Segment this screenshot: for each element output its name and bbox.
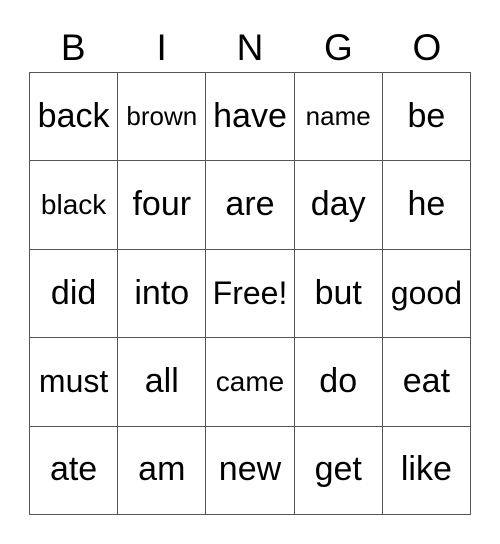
bingo-cell-label: like — [400, 450, 452, 489]
bingo-header-row: B I N G O — [29, 22, 471, 72]
bingo-cell[interactable]: into — [118, 249, 207, 339]
bingo-cell-label: into — [134, 273, 190, 312]
bingo-cell[interactable]: name — [294, 73, 383, 162]
bingo-cell[interactable]: he — [382, 161, 471, 250]
header-letter-o: O — [412, 26, 442, 68]
bingo-cell-label: have — [213, 96, 287, 135]
bingo-cell-label: get — [314, 450, 362, 489]
bingo-cell-label: back — [37, 96, 110, 135]
bingo-cell[interactable]: black — [30, 161, 119, 250]
bingo-cell-label: good — [390, 274, 462, 311]
header-letter-n: N — [236, 26, 264, 68]
bingo-cell[interactable]: eat — [382, 338, 471, 427]
bingo-cell-label: new — [218, 450, 282, 489]
bingo-cell[interactable]: be — [382, 73, 471, 162]
bingo-cell[interactable]: good — [382, 249, 471, 339]
bingo-cell[interactable]: back — [30, 73, 119, 162]
bingo-cell-label: did — [50, 273, 97, 312]
bingo-cell-label: am — [138, 450, 186, 489]
bingo-cell-label: name — [305, 101, 371, 132]
bingo-cell[interactable]: do — [294, 338, 383, 427]
bingo-cell[interactable]: came — [206, 338, 295, 427]
bingo-cell-label: Free! — [212, 274, 288, 311]
bingo-cell-label: day — [310, 185, 366, 224]
bingo-cell-label: black — [40, 189, 107, 221]
bingo-cell-label: be — [407, 96, 446, 135]
bingo-cell[interactable]: like — [382, 426, 471, 515]
bingo-cell[interactable]: brown — [118, 73, 207, 162]
bingo-cell[interactable]: four — [118, 161, 207, 250]
bingo-cell-label: are — [225, 185, 275, 224]
header-letter-g: G — [324, 26, 353, 68]
header-letter-i: I — [156, 26, 167, 68]
bingo-cell[interactable]: new — [206, 426, 295, 515]
bingo-cell[interactable]: must — [30, 338, 119, 427]
bingo-cell-label: ate — [49, 450, 98, 489]
bingo-cell-label: brown — [126, 101, 198, 132]
bingo-cell[interactable]: day — [294, 161, 383, 250]
bingo-cell-label: must — [38, 363, 109, 400]
bingo-card: B I N G O back brown have name be black four ar… — [0, 0, 500, 544]
bingo-cell-label: but — [314, 273, 362, 312]
bingo-cell[interactable]: but — [294, 249, 383, 339]
bingo-cell[interactable]: all — [118, 338, 207, 427]
bingo-free-space-cell[interactable]: Free! — [206, 249, 295, 339]
header-letter-b: B — [60, 26, 86, 68]
bingo-cell-label: eat — [402, 362, 451, 401]
bingo-cell-label: he — [407, 185, 446, 224]
bingo-cell[interactable]: get — [294, 426, 383, 515]
bingo-cell-label: all — [144, 362, 179, 401]
bingo-cell-label: four — [132, 185, 192, 224]
bingo-cell-label: do — [319, 362, 358, 401]
bingo-cell[interactable]: did — [30, 249, 119, 339]
bingo-cell-label: came — [215, 366, 285, 398]
bingo-cell[interactable]: are — [206, 161, 295, 250]
bingo-cell[interactable]: ate — [30, 426, 119, 515]
bingo-cell[interactable]: am — [118, 426, 207, 515]
bingo-grid: back brown have name be black four are day he did i… — [29, 72, 471, 515]
bingo-cell[interactable]: have — [206, 73, 295, 162]
